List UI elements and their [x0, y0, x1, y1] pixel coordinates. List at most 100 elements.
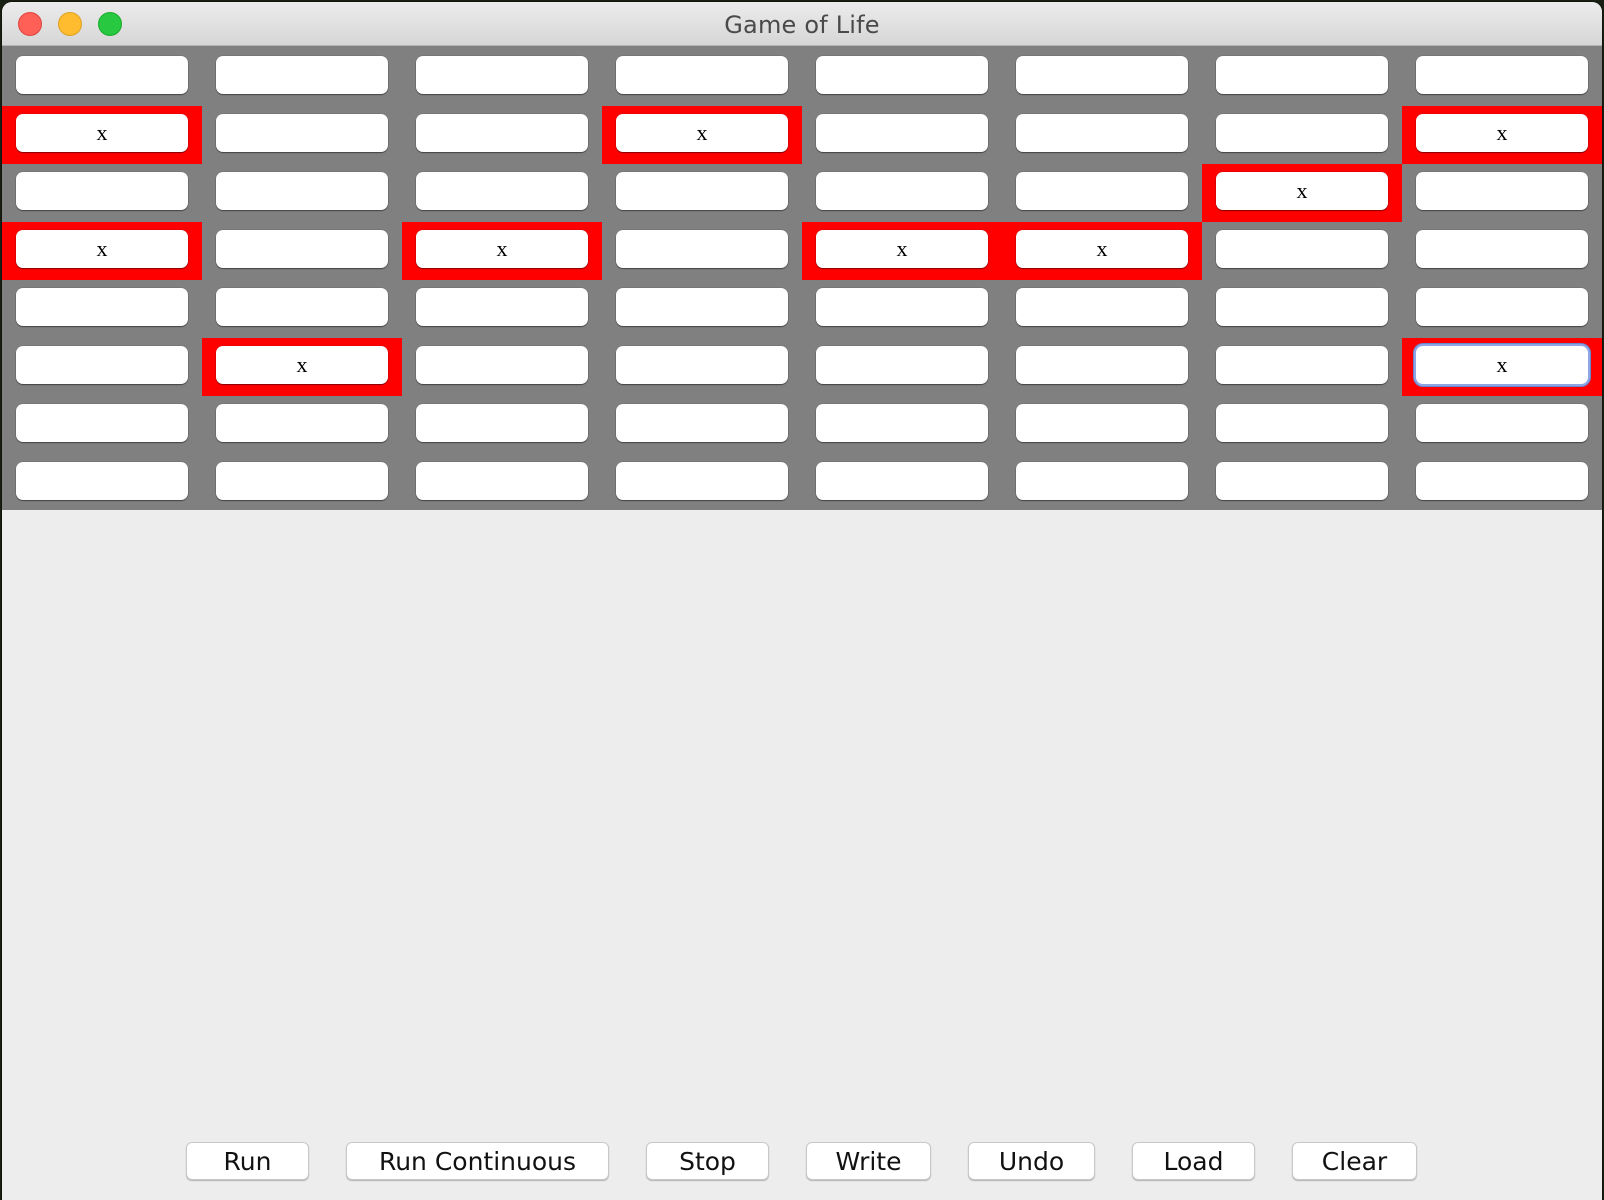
cell-toggle-button[interactable]: x: [1416, 346, 1588, 384]
cell-toggle-button[interactable]: [816, 56, 988, 94]
grid-cell: x: [202, 338, 402, 396]
cell-toggle-button[interactable]: x: [16, 114, 188, 152]
grid-cell: [1002, 164, 1202, 222]
grid-cell: [602, 164, 802, 222]
cell-toggle-button[interactable]: x: [216, 346, 388, 384]
run-continuous-button[interactable]: Run Continuous: [346, 1142, 609, 1180]
cell-toggle-button[interactable]: [16, 172, 188, 210]
cell-toggle-button[interactable]: [1416, 404, 1588, 442]
cell-toggle-button[interactable]: [1216, 230, 1388, 268]
cell-toggle-button[interactable]: [1216, 288, 1388, 326]
cell-toggle-button[interactable]: [1216, 114, 1388, 152]
cell-toggle-button[interactable]: [16, 56, 188, 94]
cell-toggle-button[interactable]: [616, 230, 788, 268]
cell-toggle-button[interactable]: [816, 346, 988, 384]
cell-toggle-button[interactable]: [1216, 404, 1388, 442]
cell-toggle-button[interactable]: [416, 346, 588, 384]
cell-toggle-button[interactable]: [216, 230, 388, 268]
cell-toggle-button[interactable]: [16, 404, 188, 442]
cell-toggle-button[interactable]: [216, 56, 388, 94]
clear-button[interactable]: Clear: [1292, 1142, 1417, 1180]
grid-cell: [802, 106, 1002, 164]
cell-toggle-button[interactable]: [616, 172, 788, 210]
grid-cell: [1002, 454, 1202, 512]
grid-cell: [802, 48, 1002, 106]
cell-toggle-button[interactable]: [1416, 56, 1588, 94]
cell-toggle-button[interactable]: [16, 288, 188, 326]
cell-toggle-button[interactable]: [416, 404, 588, 442]
cell-toggle-button[interactable]: [416, 172, 588, 210]
cell-toggle-button[interactable]: [216, 288, 388, 326]
cell-toggle-button[interactable]: [1416, 288, 1588, 326]
cell-toggle-button[interactable]: [1016, 404, 1188, 442]
load-button[interactable]: Load: [1132, 1142, 1255, 1180]
grid-cell: [802, 338, 1002, 396]
grid-cell: [1402, 222, 1602, 280]
cell-toggle-button[interactable]: [616, 288, 788, 326]
cell-toggle-button[interactable]: [816, 114, 988, 152]
undo-button[interactable]: Undo: [968, 1142, 1095, 1180]
cell-toggle-button[interactable]: x: [616, 114, 788, 152]
title-bar[interactable]: Game of Life: [2, 2, 1602, 46]
cell-toggle-button[interactable]: [616, 346, 788, 384]
cell-toggle-button[interactable]: [816, 462, 988, 500]
grid-cell: [202, 48, 402, 106]
cell-toggle-button[interactable]: [416, 114, 588, 152]
cell-toggle-button[interactable]: x: [1416, 114, 1588, 152]
cell-toggle-button[interactable]: [1016, 56, 1188, 94]
cell-toggle-button[interactable]: [1416, 230, 1588, 268]
cell-toggle-button[interactable]: [1016, 462, 1188, 500]
cell-toggle-button[interactable]: [816, 172, 988, 210]
cell-toggle-button[interactable]: [616, 56, 788, 94]
grid-cell: [402, 164, 602, 222]
cell-toggle-button[interactable]: [416, 56, 588, 94]
cell-toggle-button[interactable]: [416, 462, 588, 500]
grid-cell: [2, 280, 202, 338]
grid-cell: [1202, 106, 1402, 164]
grid-cell: [2, 396, 202, 454]
grid-cell: [402, 48, 602, 106]
cell-toggle-button[interactable]: [216, 462, 388, 500]
grid-cell: [1402, 280, 1602, 338]
cell-toggle-button[interactable]: [1416, 462, 1588, 500]
cell-toggle-button[interactable]: [16, 462, 188, 500]
cell-toggle-button[interactable]: [216, 114, 388, 152]
grid-cell: [1202, 222, 1402, 280]
grid-cell: [1402, 454, 1602, 512]
grid-cell: x: [1002, 222, 1202, 280]
cell-toggle-button[interactable]: [1216, 346, 1388, 384]
cell-toggle-button[interactable]: x: [1016, 230, 1188, 268]
cell-toggle-button[interactable]: [1016, 172, 1188, 210]
cell-toggle-button[interactable]: [1016, 288, 1188, 326]
cell-toggle-button[interactable]: [816, 288, 988, 326]
stop-button[interactable]: Stop: [646, 1142, 769, 1180]
grid-cell: [402, 338, 602, 396]
cell-toggle-button[interactable]: [616, 404, 788, 442]
cell-toggle-button[interactable]: [1016, 114, 1188, 152]
cell-toggle-button[interactable]: [416, 288, 588, 326]
cell-toggle-button[interactable]: [216, 404, 388, 442]
run-button[interactable]: Run: [186, 1142, 309, 1180]
cell-toggle-button[interactable]: [616, 462, 788, 500]
grid-cell: x: [2, 106, 202, 164]
cell-toggle-button[interactable]: [1216, 462, 1388, 500]
cell-toggle-button[interactable]: x: [1216, 172, 1388, 210]
grid-cell: [1202, 338, 1402, 396]
cell-toggle-button[interactable]: [816, 404, 988, 442]
cell-toggle-button[interactable]: [216, 172, 388, 210]
cell-toggle-button[interactable]: x: [416, 230, 588, 268]
grid-cell: [602, 396, 802, 454]
cell-toggle-button[interactable]: x: [16, 230, 188, 268]
write-button[interactable]: Write: [806, 1142, 931, 1180]
grid-cell: [602, 454, 802, 512]
grid-cell: [1202, 48, 1402, 106]
cell-toggle-button[interactable]: [16, 346, 188, 384]
cell-toggle-button[interactable]: [1216, 56, 1388, 94]
grid-cell: [1202, 280, 1402, 338]
cell-toggle-button[interactable]: [1016, 346, 1188, 384]
grid-cell: x: [1202, 164, 1402, 222]
grid-cell: [402, 280, 602, 338]
cell-toggle-button[interactable]: x: [816, 230, 988, 268]
cell-toggle-button[interactable]: [1416, 172, 1588, 210]
grid-cell: x: [802, 222, 1002, 280]
